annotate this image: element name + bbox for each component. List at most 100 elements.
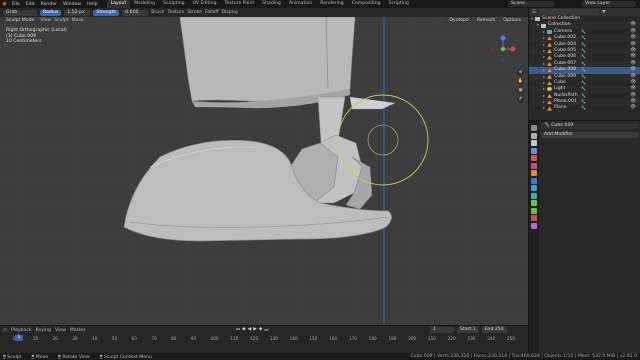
output-tab-icon[interactable]	[531, 140, 537, 146]
current-frame-field[interactable]: 1	[430, 327, 454, 333]
view-layer-selector[interactable]: View Layer	[582, 1, 636, 7]
brush-menu[interactable]: Brush	[151, 10, 164, 15]
filter-funnel-icon[interactable]: ▼	[602, 10, 606, 15]
next-keyframe-icon[interactable]: ◆	[259, 327, 263, 333]
tab-compositing[interactable]: Compositing	[348, 0, 385, 8]
physics-tab-icon[interactable]	[531, 192, 537, 199]
wrench-icon: 🔧	[544, 123, 550, 128]
remesh-button[interactable]: Remesh	[473, 18, 499, 24]
timeline-editor-icon[interactable]: ◷	[3, 328, 7, 333]
jump-end-icon[interactable]: ⏭	[264, 327, 268, 333]
viewport-info-overlay: Right Orthographic (Local) (1) Cube.009 …	[6, 28, 67, 45]
options-button[interactable]: Options	[500, 18, 524, 24]
playhead[interactable]: 1	[15, 335, 23, 341]
brush-selector[interactable]: Grab	[3, 9, 37, 16]
display-menu[interactable]: Display	[222, 10, 239, 15]
start-frame-field[interactable]: Start 1	[457, 327, 479, 333]
pan-hand-icon[interactable]: ✋	[517, 78, 524, 85]
timeline-tick-label: 70	[151, 336, 157, 341]
visibility-eye-icon[interactable]: 👁	[630, 105, 636, 111]
outliner-row[interactable]: ▸ Plane 🔧 👁	[529, 105, 640, 111]
outliner-filter-icon[interactable]: ☰	[532, 10, 536, 15]
viewport-canvas[interactable]	[0, 17, 528, 325]
timeline-tick-label: 80	[171, 336, 177, 341]
tab-sculpting[interactable]: Sculpting	[159, 0, 188, 8]
stroke-menu[interactable]: Stroke	[187, 10, 202, 15]
mode-selector[interactable]: Sculpt Mode	[3, 18, 38, 24]
texture-tab-icon[interactable]	[531, 222, 537, 229]
timeline-tick-label: 20	[52, 336, 58, 341]
tab-texture-paint[interactable]: Texture Paint	[221, 0, 259, 8]
marker-menu[interactable]: Marker	[70, 328, 86, 333]
strength-label[interactable]: Strength	[93, 9, 120, 16]
menu-file[interactable]: File	[9, 2, 23, 7]
tab-rendering[interactable]: Rendering	[316, 0, 347, 8]
tab-scripting[interactable]: Scripting	[385, 0, 413, 8]
status-sculpt-text: Sculpt	[7, 354, 22, 360]
keying-menu[interactable]: Keying	[36, 328, 51, 333]
blender-logo-icon[interactable]: ◉	[0, 0, 9, 8]
radius-label[interactable]: Radius	[40, 9, 62, 16]
tab-shading[interactable]: Shading	[258, 0, 285, 8]
object-tab-icon[interactable]	[531, 170, 537, 176]
dyntopo-toggle[interactable]: Dyntopo	[446, 18, 472, 24]
camera-view-icon[interactable]: ▣	[517, 87, 524, 94]
play-reverse-icon[interactable]: ◀	[248, 327, 252, 333]
modifier-tab-icon[interactable]	[531, 177, 537, 184]
3d-viewport[interactable]: Sculpt Mode View Sculpt Mask Dyntopo Rem…	[0, 17, 528, 325]
properties-panel: 🔧 Cube.009 Add Modifier	[528, 120, 640, 354]
mesh-icon	[547, 100, 552, 105]
timeline-ruler[interactable]: 0102030405060708090100110120130140150160…	[0, 336, 528, 344]
jump-start-icon[interactable]: ⏮	[236, 327, 240, 333]
world-tab-icon[interactable]	[531, 162, 537, 169]
menu-window[interactable]: Window	[60, 2, 84, 7]
sculpt-menu[interactable]: Sculpt	[54, 18, 68, 24]
timeline-view-menu[interactable]: View	[55, 328, 66, 333]
tab-modeling[interactable]: Modeling	[130, 0, 159, 8]
end-frame-field[interactable]: End 250	[481, 327, 507, 333]
view-layer-tab-icon[interactable]	[531, 147, 537, 154]
material-tab-icon[interactable]	[531, 215, 537, 221]
playback-menu[interactable]: Playback	[11, 328, 32, 333]
timeline-tick-label: 90	[190, 336, 197, 341]
timeline-header: ◷ Playback Keying View Marker ⏮ ◆ ◀ ▶ ◆ …	[0, 326, 528, 334]
view-menu[interactable]: View	[40, 18, 51, 24]
outliner-search-input[interactable]	[539, 9, 600, 15]
properties-tabs	[529, 121, 539, 354]
scene-tab-icon[interactable]	[531, 155, 537, 161]
tab-layout[interactable]: Layout	[106, 0, 131, 8]
menu-help[interactable]: Help	[84, 2, 100, 7]
play-icon[interactable]: ▶	[253, 327, 257, 333]
render-tab-icon[interactable]	[531, 132, 537, 139]
expand-arrow-icon[interactable]: ▸	[543, 105, 547, 111]
status-bar: 🖱 Sculpt 🖱 Move 🖱 Rotate View 🖱 Sculpt C…	[0, 353, 640, 360]
add-modifier-button[interactable]: Add Modifier	[541, 132, 639, 138]
mask-menu[interactable]: Mask	[72, 18, 84, 24]
menu-render[interactable]: Render	[38, 2, 60, 7]
strength-field[interactable]: 0.600	[122, 9, 149, 16]
prev-keyframe-icon[interactable]: ◆	[242, 327, 246, 333]
tab-animation[interactable]: Animation	[285, 0, 316, 8]
texture-menu[interactable]: Texture	[168, 10, 185, 15]
zoom-icon[interactable]: ⊕	[517, 69, 524, 76]
object-name-field[interactable]: 🔧 Cube.009	[541, 123, 639, 129]
tool-header: Grab Radius 1.52 px Strength 0.600 Brush…	[0, 8, 528, 17]
light-icon	[547, 87, 552, 92]
viewport-right-header: Dyntopo Remesh Options	[446, 18, 524, 24]
constraints-tab-icon[interactable]	[531, 200, 537, 206]
data-tab-icon[interactable]	[531, 207, 537, 214]
tool-tab-icon[interactable]	[531, 125, 537, 131]
navigation-gizmo[interactable]	[491, 35, 516, 63]
scene-selector[interactable]: Scene	[508, 1, 554, 7]
radius-field[interactable]: 1.52 px	[64, 9, 91, 16]
timeline-tick-label: 230	[467, 336, 476, 341]
view-name-text: Right Orthographic (Local)	[6, 28, 67, 33]
menu-edit[interactable]: Edit	[23, 2, 38, 7]
falloff-menu[interactable]: Falloff	[205, 10, 219, 15]
tab-uv-editing[interactable]: UV Editing	[189, 0, 221, 8]
brush-inner-circle	[367, 124, 399, 156]
grid-ortho-icon[interactable]: #	[517, 96, 524, 103]
timeline-tick-label: 150	[309, 336, 318, 341]
particles-tab-icon[interactable]	[531, 185, 537, 191]
scene-stats: Cube.009 | Verts:230,328 | Faces:230,314…	[410, 354, 637, 359]
